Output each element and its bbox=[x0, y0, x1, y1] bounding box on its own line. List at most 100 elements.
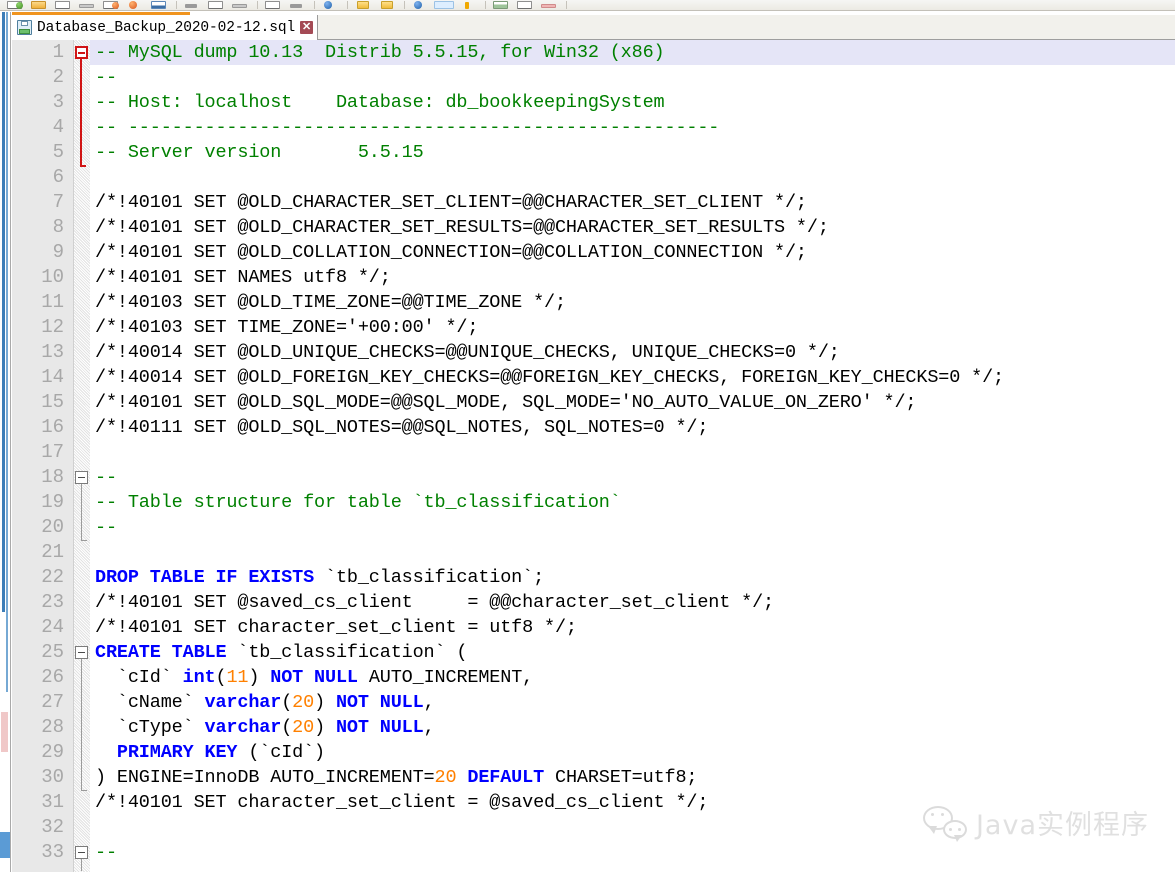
close-file-icon bbox=[103, 1, 119, 9]
zoom-in-button[interactable] bbox=[352, 1, 374, 10]
code-line[interactable]: -- bbox=[90, 465, 1175, 490]
code-line[interactable]: /*!40101 SET @saved_cs_client = @@charac… bbox=[90, 590, 1175, 615]
code-token: NOT NULL bbox=[270, 667, 358, 688]
code-line[interactable]: `cType` varchar(20) NOT NULL, bbox=[90, 715, 1175, 740]
code-token: /*!40101 SET @OLD_CHARACTER_SET_CLIENT=@… bbox=[95, 192, 807, 213]
fold-range-line bbox=[81, 659, 82, 790]
code-line[interactable]: /*!40103 SET @OLD_TIME_ZONE=@@TIME_ZONE … bbox=[90, 290, 1175, 315]
macro-stop-button[interactable] bbox=[514, 1, 536, 10]
code-line[interactable]: -- Server version 5.5.15 bbox=[90, 140, 1175, 165]
code-line[interactable]: `cId` int(11) NOT NULL AUTO_INCREMENT, bbox=[90, 665, 1175, 690]
code-line[interactable]: /*!40103 SET TIME_ZONE='+00:00' */; bbox=[90, 315, 1175, 340]
fold-range-end bbox=[81, 790, 87, 791]
code-line[interactable]: /*!40014 SET @OLD_UNIQUE_CHECKS=@@UNIQUE… bbox=[90, 340, 1175, 365]
code-line[interactable]: ) ENGINE=InnoDB AUTO_INCREMENT=20 DEFAUL… bbox=[90, 765, 1175, 790]
show-symbol-icon bbox=[414, 1, 422, 9]
code-folding-margin[interactable] bbox=[74, 40, 90, 872]
paste-button[interactable] bbox=[229, 1, 251, 10]
code-line[interactable]: /*!40101 SET NAMES utf8 */; bbox=[90, 265, 1175, 290]
code-line[interactable]: /*!40014 SET @OLD_FOREIGN_KEY_CHECKS=@@F… bbox=[90, 365, 1175, 390]
word-wrap-button[interactable] bbox=[433, 1, 455, 10]
toolbar-separator bbox=[257, 1, 258, 9]
code-line[interactable]: `cName` varchar(20) NOT NULL, bbox=[90, 690, 1175, 715]
toolbar-separator bbox=[404, 1, 405, 9]
floppy-disk-icon bbox=[17, 20, 32, 35]
code-line[interactable]: DROP TABLE IF EXISTS `tb_classification`… bbox=[90, 565, 1175, 590]
code-line[interactable] bbox=[90, 540, 1175, 565]
macro-play-button[interactable] bbox=[538, 1, 560, 10]
code-token: -- -------------------------------------… bbox=[95, 117, 720, 138]
line-number: 33 bbox=[41, 841, 64, 863]
code-line[interactable]: /*!40101 SET @OLD_SQL_MODE=@@SQL_MODE, S… bbox=[90, 390, 1175, 415]
code-line[interactable]: PRIMARY KEY (`cId`) bbox=[90, 740, 1175, 765]
code-line[interactable] bbox=[90, 165, 1175, 190]
line-number: 10 bbox=[41, 266, 64, 288]
code-line[interactable]: -- bbox=[90, 840, 1175, 865]
open-folder-button[interactable] bbox=[28, 1, 50, 10]
line-number: 5 bbox=[52, 141, 64, 163]
line-number-gutter: 1 2 3 4 5 6 7 8 9 10 11 12 13 14 15 16 17 18 19 20 21 22 23 24 2… bbox=[12, 40, 74, 872]
save-icon bbox=[55, 1, 70, 9]
code-line[interactable]: -- -------------------------------------… bbox=[90, 115, 1175, 140]
save-button[interactable] bbox=[52, 1, 74, 10]
code-line[interactable]: -- Host: localhost Database: db_bookkeep… bbox=[90, 90, 1175, 115]
code-token: /*!40101 SET character_set_client = @sav… bbox=[95, 792, 709, 813]
code-token: /*!40103 SET TIME_ZONE='+00:00' */; bbox=[95, 317, 479, 338]
code-line[interactable]: /*!40111 SET @OLD_SQL_NOTES=@@SQL_NOTES,… bbox=[90, 415, 1175, 440]
code-token: -- MySQL dump 10.13 Distrib 5.5.15, for … bbox=[95, 42, 665, 63]
line-number: 17 bbox=[41, 441, 64, 463]
fold-collapse-icon[interactable] bbox=[75, 46, 88, 59]
code-token: AUTO_INCREMENT, bbox=[357, 667, 534, 688]
line-number: 29 bbox=[41, 741, 64, 763]
new-file-button[interactable] bbox=[4, 1, 26, 10]
left-docked-panel-strip[interactable] bbox=[0, 12, 11, 872]
line-number: 12 bbox=[41, 316, 64, 338]
code-token: DROP TABLE IF EXISTS bbox=[95, 567, 315, 588]
print-button[interactable] bbox=[148, 1, 170, 10]
close-icon[interactable]: ✕ bbox=[300, 21, 314, 34]
notepadpp-window: Database_Backup_2020-02-12.sql ✕ 1234567… bbox=[0, 0, 1175, 872]
redo-button[interactable] bbox=[286, 1, 308, 10]
code-line[interactable]: CREATE TABLE `tb_classification` ( bbox=[90, 640, 1175, 665]
code-line[interactable]: /*!40101 SET character_set_client = utf8… bbox=[90, 615, 1175, 640]
code-line[interactable]: -- Table structure for table `tb_classif… bbox=[90, 490, 1175, 515]
code-editor[interactable]: 1 2 3 4 5 6 7 8 9 10 11 12 13 14 15 16 17 18 19 20 21 22 23 24 2… bbox=[12, 40, 1175, 872]
code-line[interactable]: -- bbox=[90, 515, 1175, 540]
fold-collapse-icon[interactable] bbox=[75, 471, 88, 484]
code-line[interactable]: /*!40101 SET character_set_client = @sav… bbox=[90, 790, 1175, 815]
fold-collapse-icon[interactable] bbox=[75, 846, 88, 859]
code-text-area[interactable]: -- MySQL dump 10.13 Distrib 5.5.15, for … bbox=[90, 40, 1175, 872]
code-line[interactable]: -- bbox=[90, 65, 1175, 90]
code-line[interactable] bbox=[90, 440, 1175, 465]
cut-button[interactable] bbox=[181, 1, 203, 10]
code-line[interactable]: /*!40101 SET @OLD_COLLATION_CONNECTION=@… bbox=[90, 240, 1175, 265]
panel-scroll-marker-primary bbox=[2, 12, 5, 612]
copy-button[interactable] bbox=[205, 1, 227, 10]
code-line[interactable]: -- MySQL dump 10.13 Distrib 5.5.15, for … bbox=[90, 40, 1175, 65]
code-line[interactable]: /*!40101 SET @OLD_CHARACTER_SET_CLIENT=@… bbox=[90, 190, 1175, 215]
code-token: `tb_classification` ( bbox=[226, 642, 468, 663]
show-symbol-button[interactable] bbox=[409, 1, 431, 10]
code-line[interactable] bbox=[90, 815, 1175, 840]
line-number: 11 bbox=[41, 291, 64, 313]
macro-record-button[interactable] bbox=[490, 1, 512, 10]
code-line[interactable]: /*!40101 SET @OLD_CHARACTER_SET_RESULTS=… bbox=[90, 215, 1175, 240]
bottom-left-marker bbox=[0, 832, 10, 858]
code-token: ) ENGINE=InnoDB AUTO_INCREMENT= bbox=[95, 767, 435, 788]
line-number: 2 bbox=[52, 66, 64, 88]
find-button[interactable] bbox=[319, 1, 341, 10]
zoom-out-button[interactable] bbox=[376, 1, 398, 10]
bookmark-button[interactable] bbox=[457, 1, 479, 10]
code-token: NOT NULL bbox=[335, 692, 424, 713]
fold-range-line bbox=[80, 59, 82, 165]
fold-collapse-icon[interactable] bbox=[75, 646, 88, 659]
undo-button[interactable] bbox=[262, 1, 284, 10]
code-token: varchar bbox=[204, 717, 282, 738]
code-token: /*!40101 SET NAMES utf8 */; bbox=[95, 267, 391, 288]
tab-database-backup-sql[interactable]: Database_Backup_2020-02-12.sql ✕ bbox=[12, 15, 319, 40]
save-all-button[interactable] bbox=[76, 1, 98, 10]
close-all-button[interactable] bbox=[124, 1, 146, 10]
code-token: CHARSET=utf8; bbox=[544, 767, 698, 788]
close-file-button[interactable] bbox=[100, 1, 122, 10]
